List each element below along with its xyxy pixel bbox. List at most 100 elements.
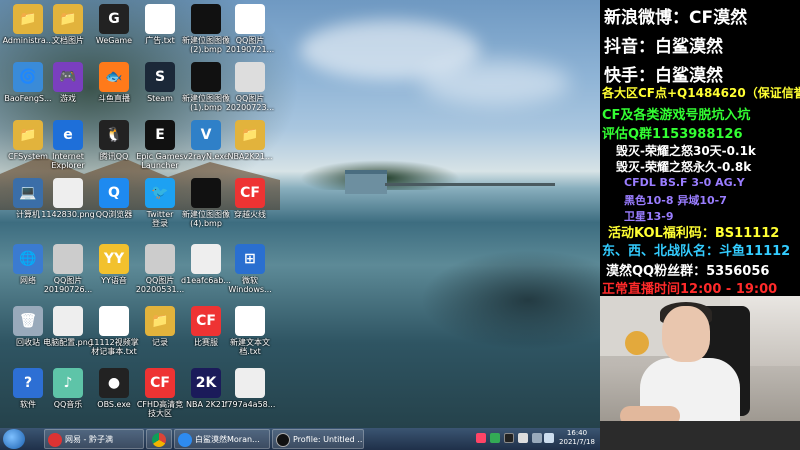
tray-app-icon[interactable]: [476, 433, 486, 443]
overlay-line: 各大区CF点+Q1484620（保证信誉）: [602, 86, 800, 100]
app-icon: 🐧: [99, 120, 129, 150]
app-icon: e: [53, 120, 83, 150]
desktop-icon-label: f797a4a58...: [224, 400, 276, 409]
desktop: 📁 Administra... 📁 文档图片 G WeGame 广告.txt 新建位图图像 (…: [0, 0, 600, 428]
desktop-icon[interactable]: QQ图片 20190721...: [222, 4, 278, 54]
webcam-feed: [600, 296, 800, 450]
overlay-line: 活动KOL福利码：BS11112: [608, 226, 780, 241]
wallpaper-pier: [385, 183, 555, 186]
chrome-icon: [152, 433, 166, 447]
taskbar: 网易 - 黔子满 白鲨漠然Moran... Profile: Untitled …: [0, 428, 600, 450]
overlay-line: 东、西、北战队名：斗鱼11112: [602, 244, 791, 259]
overlay-line: 黑色10-8 异域10-7: [624, 194, 727, 207]
taskbar-item-label: Profile: Untitled ...: [293, 435, 364, 444]
wallpaper-rocks: [420, 250, 600, 350]
overlay-line: 漠然QQ粉丝群：5356056: [606, 264, 770, 279]
app-icon: G: [99, 4, 129, 34]
tray-app-icon[interactable]: [490, 433, 500, 443]
app-icon: 📁: [53, 4, 83, 34]
app-icon: S: [145, 62, 175, 92]
overlay-line: CFDL BS.F 3-0 AG.Y: [624, 176, 745, 189]
overlay-line: 毁灭-荣耀之怒永久-0.8k: [616, 160, 752, 174]
app-icon: V: [191, 120, 221, 150]
taskbar-item-label: 白鲨漠然Moran...: [195, 435, 260, 444]
taskbar-item-chrome[interactable]: [146, 429, 172, 449]
app-icon: 📁: [235, 120, 265, 150]
app-icon: E: [145, 120, 175, 150]
app-icon: [235, 306, 265, 336]
stream-info-overlay: 新浪微博：CF漠然 抖音：白鲨漠然 快手：白鲨漠然 各大区CF点+Q1484620（保…: [600, 0, 800, 297]
webcam-person-head: [662, 306, 710, 362]
app-icon: 💻: [13, 178, 43, 208]
app-icon: [235, 4, 265, 34]
app-icon: [191, 4, 221, 34]
app-icon: [191, 62, 221, 92]
webcam-toy: [625, 331, 649, 355]
app-icon: 📁: [13, 4, 43, 34]
overlay-line: 毁灭-荣耀之怒30天-0.1k: [616, 144, 756, 158]
clock-time: 16:40: [566, 429, 588, 437]
desktop-icon[interactable]: QQ图片 20200723...: [222, 62, 278, 112]
desktop-icon[interactable]: 📁 NBA2K21...: [222, 120, 278, 161]
app-icon: [99, 306, 129, 336]
desktop-icon[interactable]: ⊞ 微软 Windows...: [222, 244, 278, 294]
overlay-line: 正常直播时间12:00 - 19:00: [602, 282, 778, 297]
app-icon: 🌐: [13, 244, 43, 274]
clock[interactable]: 16:40 2021/7/18: [555, 429, 599, 447]
overlay-line: 新浪微博：CF漠然: [604, 8, 748, 28]
network-icon[interactable]: [532, 433, 542, 443]
app-icon: ?: [13, 368, 43, 398]
app-icon: CF: [145, 368, 175, 398]
app-icon: 📁: [13, 120, 43, 150]
app-icon: ●: [99, 368, 129, 398]
app-icon: [235, 62, 265, 92]
tray-app-icon[interactable]: [518, 433, 528, 443]
netease-music-icon: [48, 433, 62, 447]
taskbar-item-netease[interactable]: 网易 - 黔子满: [44, 429, 144, 449]
app-icon: 🐟: [99, 62, 129, 92]
desktop-icon-label: QQ图片 20190721...: [225, 36, 275, 54]
taskbar-item-obs[interactable]: Profile: Untitled ...: [272, 429, 364, 449]
desktop-icon-label: 微软 Windows...: [228, 276, 272, 294]
start-button[interactable]: [3, 429, 25, 449]
app-icon: [145, 4, 175, 34]
desktop-icon[interactable]: f797a4a58...: [222, 368, 278, 409]
app-icon: [145, 244, 175, 274]
app-icon: [191, 244, 221, 274]
overlay-line: CF及各类游戏号脱坑入坑: [602, 108, 751, 123]
desktop-icon-label: 新建文本文 档.txt: [230, 338, 270, 356]
overlay-line: 评估Q群1153988126: [602, 127, 743, 142]
qq-browser-icon: [178, 433, 192, 447]
app-icon: ♪: [53, 368, 83, 398]
desktop-icon-label: NBA2K21...: [227, 152, 273, 161]
taskbar-item-browser[interactable]: 白鲨漠然Moran...: [174, 429, 270, 449]
app-icon: 🌀: [13, 62, 43, 92]
app-icon: 2K: [191, 368, 221, 398]
app-icon: 🐦: [145, 178, 175, 208]
app-icon: [235, 368, 265, 398]
obs-icon: [276, 433, 290, 447]
volume-icon[interactable]: [544, 433, 554, 443]
app-icon: YY: [99, 244, 129, 274]
overlay-line: 快手：白鲨漠然: [604, 66, 723, 86]
overlay-line: 抖音：白鲨漠然: [604, 37, 723, 57]
app-icon: [53, 306, 83, 336]
wallpaper-cloud: [420, 60, 570, 105]
app-icon: 🎮: [53, 62, 83, 92]
app-icon: CF: [191, 306, 221, 336]
desktop-icon-label: 穿越火线: [234, 210, 266, 219]
desktop-icon[interactable]: CF 穿越火线: [222, 178, 278, 219]
app-icon: [191, 178, 221, 208]
taskbar-item-label: 网易 - 黔子满: [65, 435, 113, 444]
app-icon: 📁: [145, 306, 175, 336]
app-icon: Q: [99, 178, 129, 208]
tray-app-icon[interactable]: [504, 433, 514, 443]
desktop-icon[interactable]: 新建文本文 档.txt: [222, 306, 278, 356]
app-icon: CF: [235, 178, 265, 208]
app-icon: [53, 244, 83, 274]
app-icon: [53, 178, 83, 208]
app-icon: ⊞: [235, 244, 265, 274]
clock-date: 2021/7/18: [559, 438, 595, 446]
desktop-icon-label: QQ图片 20200723...: [225, 94, 275, 112]
wallpaper-hut: [345, 170, 387, 194]
